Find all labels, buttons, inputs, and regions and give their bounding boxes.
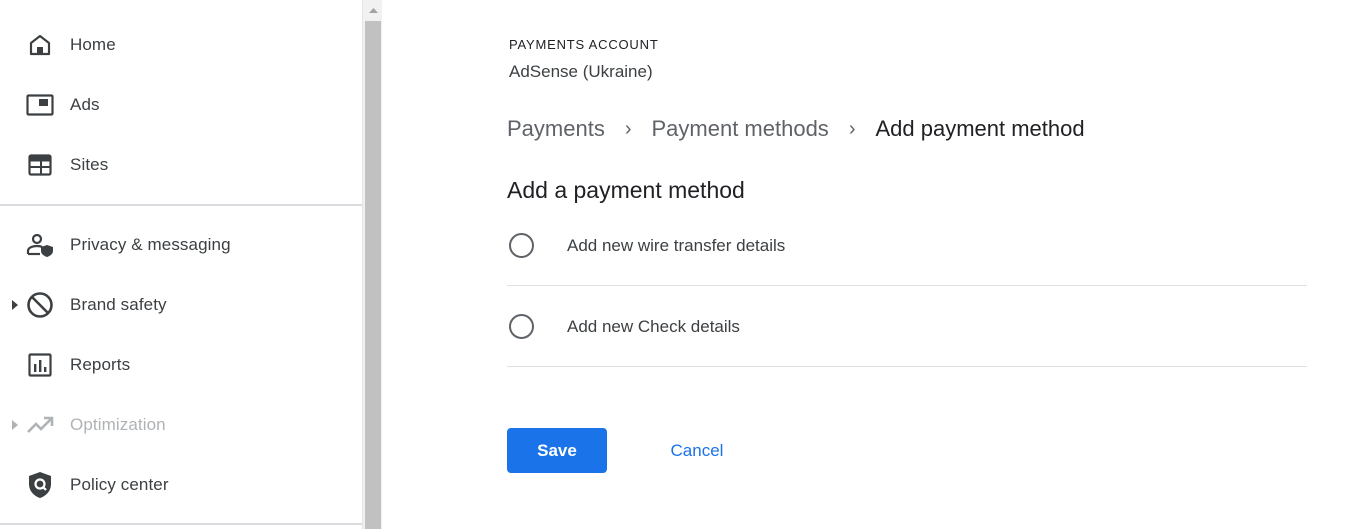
sidebar-item-ads[interactable]: Ads bbox=[0, 75, 362, 135]
sidebar-item-privacy-messaging[interactable]: Privacy & messaging bbox=[0, 215, 362, 275]
breadcrumb: Payments › Payment methods › Add payment… bbox=[507, 116, 1085, 142]
sidebar-item-label: Optimization bbox=[70, 415, 166, 434]
policy-shield-icon bbox=[26, 471, 54, 499]
option-label: Add new wire transfer details bbox=[567, 235, 786, 255]
cancel-button[interactable]: Cancel bbox=[647, 428, 747, 473]
payments-account-name: AdSense (Ukraine) bbox=[509, 62, 653, 81]
sites-icon bbox=[26, 151, 54, 179]
radio-button[interactable] bbox=[509, 233, 534, 258]
expand-arrow-icon[interactable] bbox=[12, 300, 20, 310]
page-title: Add a payment method bbox=[507, 177, 745, 203]
sidebar-item-label: Sites bbox=[70, 155, 109, 174]
sidebar-item-label: Brand safety bbox=[70, 295, 167, 314]
sidebar-nav: Home Ads Sites Privacy & messaging Brand… bbox=[0, 0, 362, 529]
trending-up-icon bbox=[26, 411, 54, 439]
radio-button[interactable] bbox=[509, 314, 534, 339]
option-label: Add new Check details bbox=[567, 316, 740, 336]
sidebar-divider bbox=[0, 204, 362, 206]
expand-arrow-icon[interactable] bbox=[12, 420, 20, 430]
sidebar-item-label: Ads bbox=[70, 95, 100, 114]
sidebar-item-reports[interactable]: Reports bbox=[0, 335, 362, 395]
sidebar-divider bbox=[0, 523, 362, 525]
option-wire-transfer[interactable]: Add new wire transfer details bbox=[507, 206, 1307, 286]
breadcrumb-payments[interactable]: Payments bbox=[507, 116, 605, 142]
breadcrumb-separator-icon: › bbox=[624, 117, 632, 140]
sidebar-item-sites[interactable]: Sites bbox=[0, 135, 362, 195]
ads-icon bbox=[26, 91, 54, 119]
block-icon bbox=[26, 291, 54, 319]
home-icon bbox=[26, 31, 54, 59]
sidebar-item-label: Home bbox=[70, 35, 116, 54]
payments-account-label: PAYMENTS ACCOUNT bbox=[509, 37, 659, 52]
save-button[interactable]: Save bbox=[507, 428, 607, 473]
breadcrumb-separator-icon: › bbox=[848, 117, 856, 140]
sidebar-item-label: Privacy & messaging bbox=[70, 235, 231, 254]
main-content: PAYMENTS ACCOUNT AdSense (Ukraine) Payme… bbox=[383, 0, 1345, 529]
option-check[interactable]: Add new Check details bbox=[507, 287, 1307, 367]
sidebar-item-label: Policy center bbox=[70, 475, 169, 494]
sidebar-item-brand-safety[interactable]: Brand safety bbox=[0, 275, 362, 335]
bar-chart-icon bbox=[26, 351, 54, 379]
sidebar-scrollbar[interactable] bbox=[362, 0, 382, 529]
sidebar-item-optimization[interactable]: Optimization bbox=[0, 395, 362, 455]
breadcrumb-current: Add payment method bbox=[875, 116, 1085, 141]
sidebar-item-label: Reports bbox=[70, 355, 131, 374]
privacy-icon bbox=[26, 231, 54, 259]
sidebar-item-home[interactable]: Home bbox=[0, 15, 362, 75]
scrollbar-thumb[interactable] bbox=[365, 21, 381, 529]
breadcrumb-payment-methods[interactable]: Payment methods bbox=[652, 116, 829, 142]
scroll-up-arrow-icon[interactable] bbox=[363, 0, 383, 20]
sidebar-item-policy-center[interactable]: Policy center bbox=[0, 455, 362, 515]
